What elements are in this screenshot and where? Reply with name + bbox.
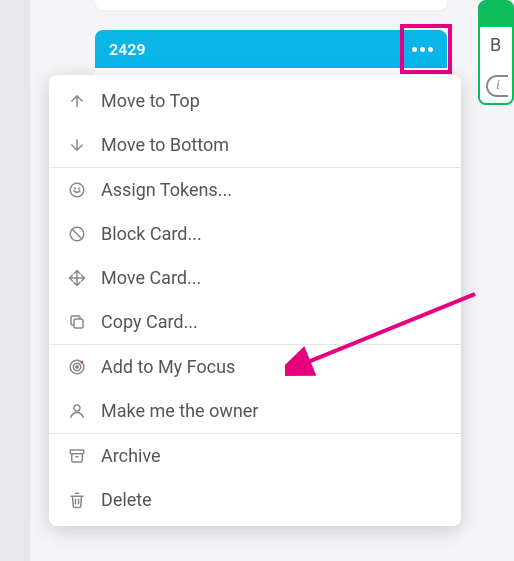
menu-move-card[interactable]: Move Card... <box>49 256 461 300</box>
menu-block-card[interactable]: Block Card... <box>49 212 461 256</box>
menu-label: Add to My Focus <box>101 357 235 378</box>
target-icon <box>67 357 87 377</box>
menu-delete[interactable]: Delete <box>49 478 461 522</box>
left-sidebar-strip <box>0 0 30 561</box>
menu-label: Archive <box>101 446 161 467</box>
menu-move-top[interactable]: Move to Top <box>49 79 461 123</box>
menu-copy-card[interactable]: Copy Card... <box>49 300 461 344</box>
previous-card-edge <box>95 0 447 10</box>
card-header[interactable]: 2429 <box>95 30 447 68</box>
menu-archive[interactable]: Archive <box>49 434 461 478</box>
arrow-down-icon <box>67 135 87 155</box>
move-icon <box>67 268 87 288</box>
menu-label: Assign Tokens... <box>101 180 232 201</box>
card-context-menu: Move to Top Move to Bottom Assign Tokens… <box>49 75 461 526</box>
menu-make-owner[interactable]: Make me the owner <box>49 389 461 433</box>
card-id: 2429 <box>109 40 146 59</box>
block-icon <box>67 224 87 244</box>
archive-icon <box>67 446 87 466</box>
adjacent-card[interactable]: B i <box>478 0 514 105</box>
menu-label: Move to Bottom <box>101 135 229 156</box>
menu-assign-tokens[interactable]: Assign Tokens... <box>49 168 461 212</box>
menu-add-focus[interactable]: Add to My Focus <box>49 345 461 389</box>
menu-label: Copy Card... <box>101 312 198 333</box>
adjacent-card-header <box>480 2 512 27</box>
arrow-up-icon <box>67 91 87 111</box>
adjacent-card-text: B <box>480 27 512 56</box>
info-icon[interactable]: i <box>486 75 508 97</box>
menu-label: Block Card... <box>101 224 202 245</box>
menu-move-bottom[interactable]: Move to Bottom <box>49 123 461 167</box>
menu-label: Move Card... <box>101 268 201 289</box>
menu-label: Move to Top <box>101 91 200 112</box>
copy-icon <box>67 312 87 332</box>
menu-label: Delete <box>101 490 152 511</box>
menu-label: Make me the owner <box>101 401 258 422</box>
trash-icon <box>67 490 87 510</box>
annotation-highlight-box <box>400 24 452 74</box>
user-icon <box>67 401 87 421</box>
tokens-icon <box>67 180 87 200</box>
